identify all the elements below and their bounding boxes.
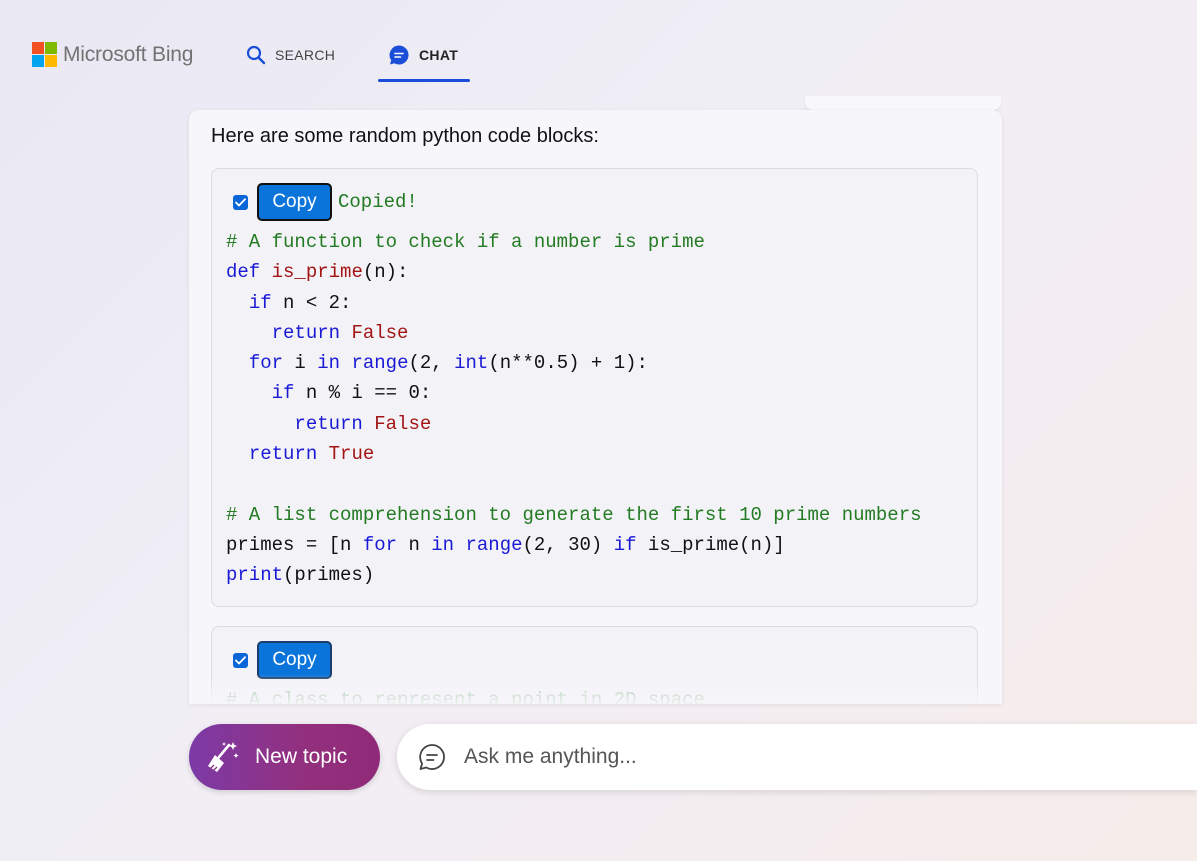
code-block-checkbox[interactable] xyxy=(233,194,248,210)
scroll-fade xyxy=(189,674,1002,704)
code-block-checkbox[interactable] xyxy=(233,652,248,668)
nav-chat-label: CHAT xyxy=(419,47,459,63)
copied-status: Copied! xyxy=(338,191,418,213)
ask-input[interactable] xyxy=(462,744,1146,770)
previous-message-edge xyxy=(805,96,1001,110)
new-topic-button[interactable]: New topic xyxy=(189,724,380,790)
nav-search[interactable]: SEARCH xyxy=(246,42,335,68)
logo-text: Microsoft Bing xyxy=(63,42,194,66)
response-intro-text: Here are some random python code blocks: xyxy=(211,125,599,147)
copy-button[interactable]: Copy xyxy=(257,183,332,221)
chat-response-card: Here are some random python code blocks:… xyxy=(189,110,1002,704)
broom-sparkle-icon xyxy=(208,742,239,772)
bing-logo[interactable]: Microsoft Bing xyxy=(32,42,193,67)
chat-bubble-icon xyxy=(389,45,409,65)
checkmark-icon xyxy=(235,197,246,206)
top-header: Microsoft Bing SEARCH CHAT xyxy=(0,0,1197,90)
code-block-toolbar: Copy Copied! xyxy=(233,183,418,221)
active-tab-indicator xyxy=(378,79,470,82)
code-block: Copy Copied! # A function to check if a … xyxy=(211,168,978,607)
nav-chat[interactable]: CHAT xyxy=(388,42,458,68)
nav-search-label: SEARCH xyxy=(275,47,336,63)
microsoft-logo-icon xyxy=(32,42,57,67)
speech-bubble-icon xyxy=(419,744,445,770)
checkmark-icon xyxy=(235,655,246,664)
new-topic-label: New topic xyxy=(255,745,348,768)
search-icon xyxy=(246,45,266,65)
code-content: # A function to check if a number is pri… xyxy=(226,231,922,587)
ask-box[interactable] xyxy=(397,724,1197,790)
